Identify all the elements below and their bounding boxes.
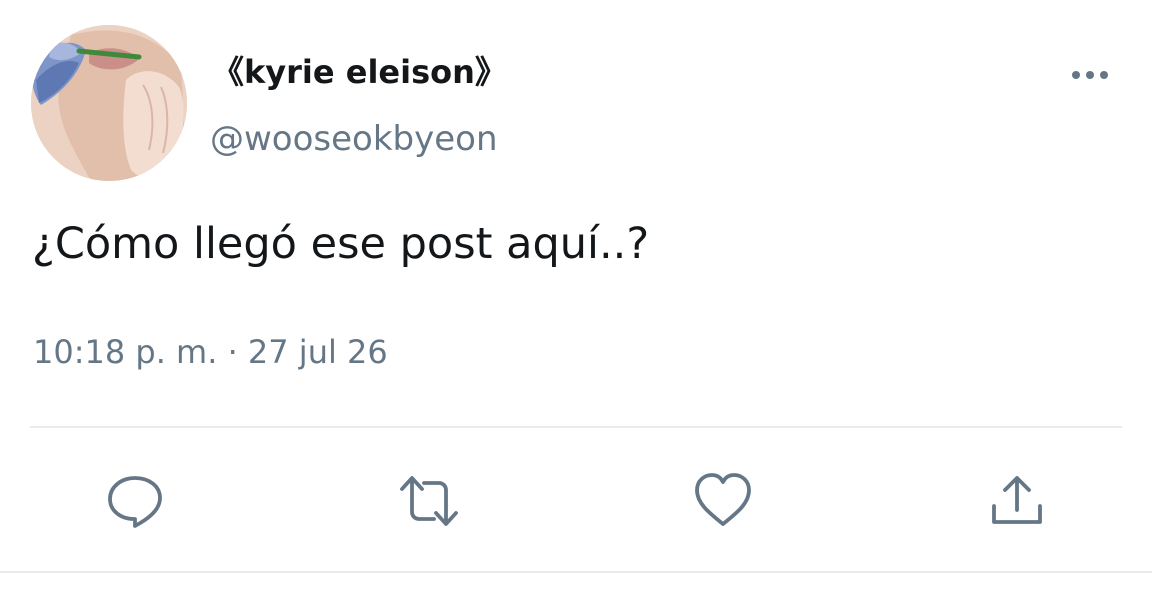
bottom-divider [0,571,1152,573]
divider [30,426,1122,428]
retweet-button[interactable] [398,470,460,532]
share-button[interactable] [986,470,1048,532]
avatar-image [31,25,187,181]
more-options-icon[interactable] [1066,60,1114,90]
heart-icon [695,473,751,526]
display-name[interactable]: 《kyrie eleison》 [212,50,507,94]
tweet-text: ¿Cómo llegó ese post aquí..? [32,219,650,269]
reply-button[interactable] [104,470,166,532]
avatar[interactable] [31,25,187,181]
user-handle[interactable]: @wooseokbyeon [210,117,498,161]
tweet-timestamp[interactable]: 10:18 p. m. · 27 jul 26 [33,330,388,374]
tweet-card: 《kyrie eleison》 @wooseokbyeon ¿Cómo lleg… [0,0,1152,591]
like-button[interactable] [692,470,754,532]
reply-icon [108,476,162,528]
retweet-icon [400,476,458,526]
share-icon [992,476,1042,524]
